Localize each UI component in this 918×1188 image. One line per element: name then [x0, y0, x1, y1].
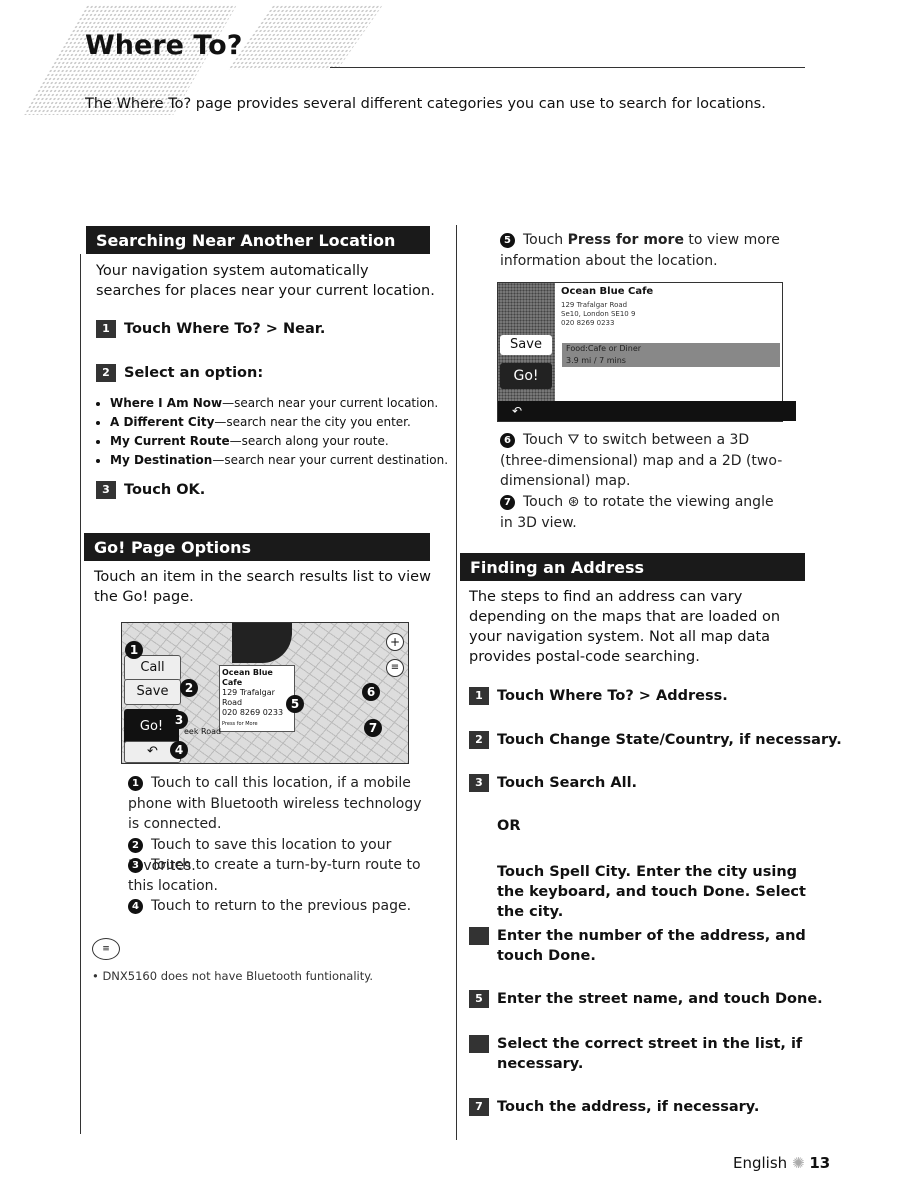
decorative-dots [227, 5, 383, 70]
step-text: Touch Where To? > Near. [124, 321, 326, 337]
step-text: Touch OK. [124, 482, 206, 498]
divider [456, 535, 457, 1140]
section-heading: Searching Near Another Location [86, 226, 430, 254]
list-item: A Different City—search near the city yo… [110, 413, 448, 432]
divider [80, 254, 81, 514]
section-text: Your navigation system automatically sea… [96, 263, 435, 299]
3d-2d-toggle-icon: ⛛ [567, 432, 580, 448]
save-button: Save [500, 335, 552, 355]
rotate-view-icon: ⊛ [567, 494, 580, 510]
section-heading: Finding an Address [460, 553, 805, 581]
divider [80, 514, 81, 1134]
option-list: Where I Am Now—search near your current … [90, 394, 448, 470]
divider [456, 225, 457, 535]
section-heading: Go! Page Options [84, 533, 430, 561]
section-text: Touch an item in the search results list… [94, 569, 431, 605]
category-bar: Food:Cafe or Diner 3.9 mi / 7 mins [562, 343, 780, 367]
page: Where To? The Where To? page provides se… [0, 0, 918, 1188]
map-screenshot: Call Save Go! ↶ Ocean Blue Cafe 129 Trafa… [121, 622, 409, 764]
callout-3: 3 Touch to create a turn-by-turn route to… [128, 857, 421, 894]
save-button: Save [124, 679, 181, 705]
intro-text: The Where To? page provides several diff… [85, 96, 766, 112]
menu-icon: ≡ [386, 659, 404, 677]
callout-4: 4 Touch to return to the previous page. [128, 896, 428, 917]
list-item: My Current Route—search along your route… [110, 432, 448, 451]
dot-icon: ✺ [791, 1154, 805, 1172]
callout-1: 1 Touch to call this location, if a mobil… [128, 775, 422, 832]
list-item: My Destination—search near your current … [110, 451, 448, 470]
page-footer: English ✺ 13 [733, 1154, 831, 1172]
back-arrow-icon: ↶ [147, 744, 158, 759]
section-text: The steps to find an address can vary de… [469, 589, 781, 665]
location-details-screenshot: Save Go! Ocean Blue Cafe 129 Trafalgar R… [497, 282, 796, 422]
divider [330, 67, 805, 68]
list-item: Where I Am Now—search near your current … [110, 394, 448, 413]
step-text: Select an option: [124, 365, 264, 381]
note-text: • DNX5160 does not have Bluetooth funtio… [92, 969, 374, 983]
page-title: Where To? [85, 30, 243, 61]
step-number: 3 [96, 481, 116, 499]
go-button: Go! [500, 363, 552, 389]
step-number: 2 [96, 364, 116, 382]
back-arrow-icon: ↶ [498, 401, 796, 421]
note-icon: ≡ [92, 938, 120, 960]
location-popup: Ocean Blue Cafe 129 Trafalgar Road 020 826… [219, 665, 295, 732]
road-label: eek Road [184, 727, 222, 736]
zoom-in-icon: + [386, 633, 404, 651]
step-number: 1 [96, 320, 116, 338]
